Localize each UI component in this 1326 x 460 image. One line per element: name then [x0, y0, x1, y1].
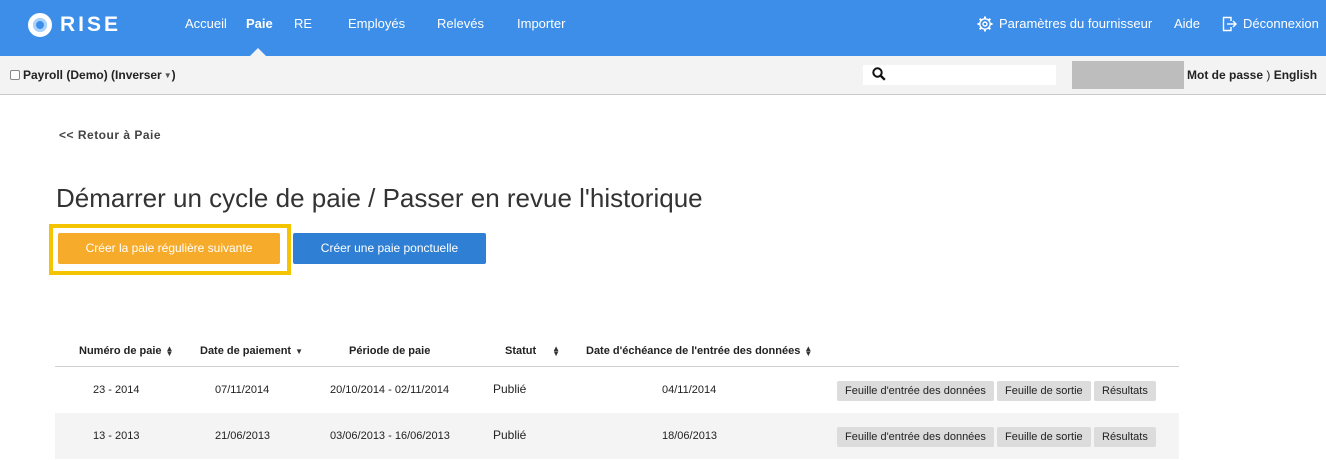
input-sheet-button[interactable]: Feuille d'entrée des données — [837, 381, 994, 401]
active-nav-caret-icon — [250, 48, 266, 56]
header-pay-period-label: Période de paie — [349, 345, 431, 357]
caret-down-icon: ▼ — [163, 70, 172, 80]
company-name: Payroll (Demo) — [23, 68, 108, 82]
header-due-date[interactable]: Date d'échéance de l'entrée des données … — [586, 344, 813, 358]
nav-item-employes[interactable]: Employés — [348, 16, 405, 32]
output-sheet-button[interactable]: Feuille de sortie — [997, 427, 1091, 447]
cell-pay-period: 20/10/2014 - 02/11/2014 — [330, 384, 450, 396]
sort-icon: ▲ ▼ — [165, 344, 174, 358]
nav-item-importer[interactable]: Importer — [517, 16, 565, 32]
results-button[interactable]: Résultats — [1094, 381, 1156, 401]
sort-icon: ▲ ▼ — [552, 344, 561, 358]
table-row: 23 - 2014 07/11/2014 20/10/2014 - 02/11/… — [55, 367, 1179, 413]
cell-status: Publié — [493, 382, 527, 396]
cell-pay-date: 07/11/2014 — [215, 384, 270, 396]
sort-icon: ▲ ▼ — [804, 344, 813, 358]
logout-label: Déconnexion — [1243, 16, 1319, 31]
top-navigation: RISE Accueil Paie RE Employés Relevés Im… — [0, 0, 1326, 56]
user-name-redacted — [1072, 61, 1184, 89]
provider-settings-label: Paramètres du fournisseur — [999, 16, 1153, 31]
cell-due-date: 04/11/2014 — [662, 384, 717, 396]
pay-history-table: Numéro de paie ▲ ▼ Date de paiement ▼ Pér… — [55, 340, 1179, 459]
nav-item-re[interactable]: RE — [294, 16, 312, 32]
header-status[interactable]: Statut ▲ ▼ — [505, 344, 561, 358]
input-sheet-button[interactable]: Feuille d'entrée des données — [837, 427, 994, 447]
table-row: 13 - 2013 21/06/2013 03/06/2013 - 16/06/… — [55, 413, 1179, 459]
header-status-label: Statut — [505, 345, 537, 357]
header-pay-period: Période de paie — [349, 345, 430, 357]
company-checkbox[interactable] — [10, 70, 20, 80]
header-pay-number[interactable]: Numéro de paie ▲ ▼ — [79, 344, 174, 358]
header-pay-date[interactable]: Date de paiement ▼ — [200, 345, 303, 357]
header-pay-number-label: Numéro de paie — [79, 345, 162, 357]
cell-pay-number: 13 - 2013 — [93, 430, 140, 442]
cell-pay-period: 03/06/2013 - 16/06/2013 — [330, 430, 450, 442]
user-links: Mot de passe ) English — [1187, 68, 1317, 82]
output-sheet-button[interactable]: Feuille de sortie — [997, 381, 1091, 401]
search-input[interactable] — [863, 65, 1056, 85]
header-pay-date-label: Date de paiement — [200, 345, 292, 357]
logo-text: RISE — [60, 13, 122, 36]
cell-status: Publié — [493, 428, 527, 442]
sort-desc-icon: ▼ — [295, 346, 304, 356]
table-header: Numéro de paie ▲ ▼ Date de paiement ▼ Pér… — [55, 340, 1179, 367]
cell-due-date: 18/06/2013 — [662, 430, 718, 442]
password-link[interactable]: Mot de passe — [1187, 68, 1263, 82]
logout-link[interactable]: Déconnexion — [1222, 16, 1319, 32]
back-to-payroll-link[interactable]: << Retour à Paie — [59, 128, 161, 142]
nav-item-paie[interactable]: Paie — [246, 16, 273, 32]
switch-company-link[interactable]: (Inverser — [111, 68, 162, 82]
create-next-regular-pay-button[interactable]: Créer la paie régulière suivante — [58, 233, 280, 264]
nav-item-releves[interactable]: Relevés — [437, 16, 484, 32]
user-links-paren: ) — [1266, 68, 1271, 82]
language-link[interactable]: English — [1274, 68, 1317, 82]
page-title: Démarrer un cycle de paie / Passer en re… — [56, 183, 703, 213]
company-selector[interactable]: Payroll (Demo) (Inverser ▼) — [10, 68, 176, 82]
header-due-date-label: Date d'échéance de l'entrée des données — [586, 345, 801, 357]
logo-ring-icon — [28, 13, 52, 37]
results-button[interactable]: Résultats — [1094, 427, 1156, 447]
nav-item-accueil[interactable]: Accueil — [185, 16, 227, 32]
help-link[interactable]: Aide — [1174, 16, 1200, 32]
search-icon — [872, 67, 886, 81]
gear-icon — [977, 16, 993, 32]
switch-close-paren: ) — [171, 68, 176, 82]
logout-icon — [1222, 16, 1237, 32]
cell-pay-date: 21/06/2013 — [215, 430, 271, 442]
provider-settings-link[interactable]: Paramètres du fournisseur — [977, 16, 1152, 32]
cell-pay-number: 23 - 2014 — [93, 384, 140, 396]
create-one-off-pay-button[interactable]: Créer une paie ponctuelle — [293, 233, 486, 264]
rise-logo[interactable]: RISE — [28, 13, 121, 37]
